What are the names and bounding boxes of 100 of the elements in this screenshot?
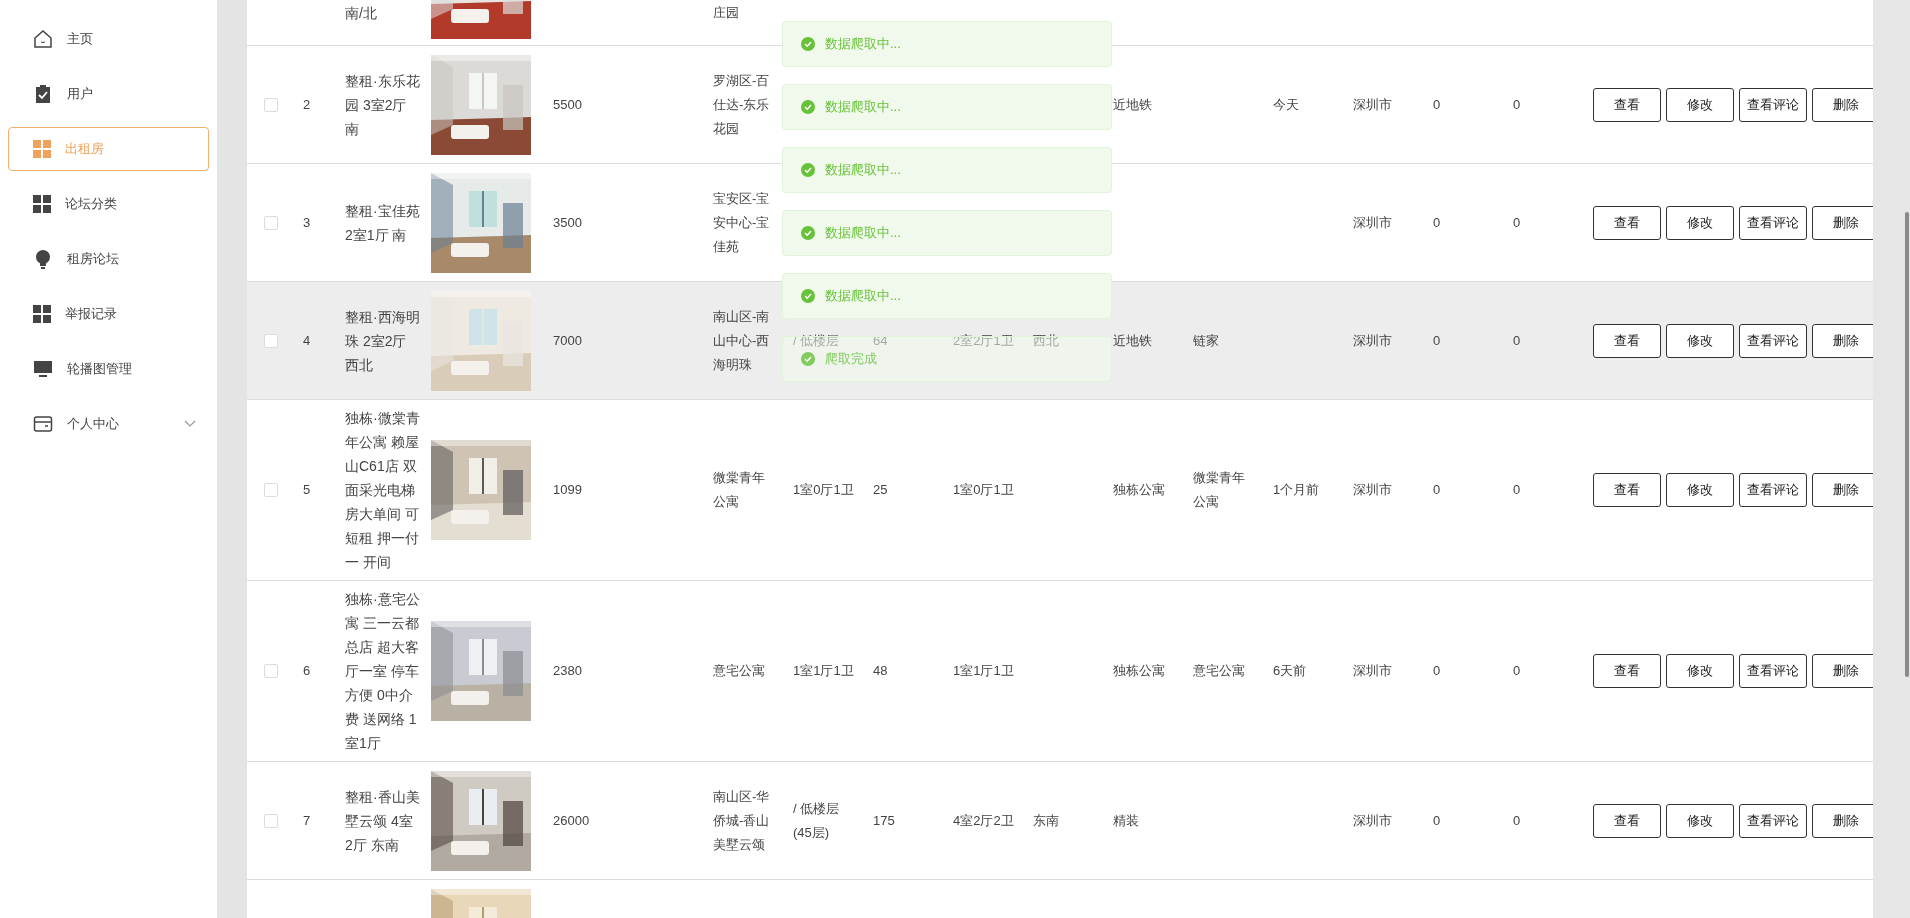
action-button[interactable]: 查看 [1593,87,1661,122]
table-cell-text: 26000 [552,811,591,830]
table-cell-text: 深圳市 [1352,811,1393,830]
table-cell-text: 整租·宝佳苑 2室1厅 南 [345,201,420,245]
clipboard-check-icon [33,84,53,104]
row-checkbox[interactable] [264,813,278,828]
action-button[interactable]: 删除 [1812,323,1873,358]
table-cell-text: 深圳市 [1352,662,1393,680]
row-checkbox[interactable] [264,97,278,112]
table-cell-text: 0 [1432,95,1442,114]
table-cell-text: 5500 [552,95,583,114]
action-button[interactable]: 查看 [1593,205,1661,240]
table-cell-text: 1室0厅1卫 [952,481,1015,499]
toast-message: 数据爬取中... [782,84,1112,130]
toast-message: 数据爬取中... [782,273,1112,319]
table-cell-text: 0 [1432,213,1442,232]
action-button[interactable]: 删除 [1812,803,1873,838]
grid-icon [33,305,51,323]
grid-icon [33,195,51,213]
table-cell-text: 东南 [1032,811,1060,830]
action-button[interactable]: 删除 [1812,473,1873,507]
action-button[interactable]: 查看评论 [1739,803,1807,838]
row-checkbox[interactable] [264,333,278,348]
sidebar-item[interactable]: 个人中心 [8,402,209,446]
action-button[interactable]: 删除 [1812,87,1873,122]
sidebar-item[interactable]: 论坛分类 [8,182,209,226]
table-cell-text: 意宅公寓 [1192,662,1246,680]
action-button[interactable]: 查看 [1593,323,1661,358]
table-cell-text: 0 [1512,213,1522,232]
table-cell-text: 独栋·意宅公寓 三一云都总店 超大客厅一室 停车方便 0中介费 送网络 1室1厅 [345,590,420,753]
scrollbar-thumb[interactable] [1905,212,1909,677]
sidebar-item[interactable]: 举报记录 [8,292,209,336]
table-cell-text: 1个月前 [1272,481,1321,499]
action-button[interactable]: 删除 [1812,654,1873,688]
action-button[interactable]: 查看评论 [1739,323,1807,358]
table-cell-text: 近地铁 [1112,331,1153,350]
table-cell-text: 5 [302,481,312,499]
action-button[interactable]: 查看评论 [1739,205,1807,240]
table-cell-text: 意宅公寓 [712,662,766,680]
check-circle-icon [801,37,815,51]
home-icon [33,29,53,49]
table-cell-text: 7 [302,811,312,830]
table-cell-text: 1室1厅1卫 [792,662,855,680]
action-button[interactable]: 删除 [1812,205,1873,240]
action-button[interactable]: 查看 [1593,803,1661,838]
action-button[interactable]: 修改 [1666,87,1734,122]
sidebar-item[interactable]: 用户 [8,72,209,116]
table-cell-text: 4室2厅2卫 [952,811,1015,830]
table-cell-text: 0 [1512,95,1522,114]
table-cell-text: 25 [872,481,889,499]
table-cell-text: 6天前 [1272,662,1308,680]
scrollbar[interactable] [1873,0,1910,918]
table-cell-text: 2380 [552,662,583,680]
table-cell-text: 精装 [1112,811,1140,830]
action-button[interactable]: 查看评论 [1739,87,1807,122]
table-cell-text: 罗湖区-百仕达-东乐花园 [712,71,771,138]
action-button[interactable]: 查看 [1593,473,1661,507]
action-button[interactable]: 查看评论 [1739,654,1807,688]
action-button[interactable]: 修改 [1666,654,1734,688]
grid-icon [33,140,51,158]
table-cell-text: 1099 [552,481,583,499]
table-cell-text: 近地铁 [1112,95,1153,114]
table-cell-text: 链家 [1192,331,1220,350]
table-cell-text: 深圳市 [1352,213,1393,232]
table-cell-text: 0 [1432,811,1442,830]
toast-message: 数据爬取中... [782,21,1112,67]
monitor-icon [33,359,53,379]
table-cell-text: 0 [1512,811,1522,830]
sidebar-item[interactable]: 主页 [8,17,209,61]
table-cell-text: 南/北 [345,4,378,23]
row-checkbox[interactable] [264,483,278,497]
action-button[interactable]: 查看 [1593,654,1661,688]
row-checkbox[interactable] [264,215,278,230]
check-circle-icon [801,163,815,177]
row-checkbox[interactable] [264,664,278,678]
table-cell-text: 今天 [1272,95,1300,114]
action-button[interactable]: 修改 [1666,473,1734,507]
table-cell-text: 0 [1432,481,1442,499]
action-button[interactable]: 修改 [1666,205,1734,240]
action-button[interactable]: 查看评论 [1739,473,1807,507]
check-circle-icon [801,100,815,114]
table-cell-text: 0 [1432,662,1442,680]
card-icon [33,414,53,434]
table-cell-text: 4 [302,331,312,350]
table-cell-text: 整租·东乐花园 3室2厅南 [345,71,420,139]
toast-message: 数据爬取中... [782,210,1112,256]
sidebar-item[interactable]: 轮播图管理 [8,347,209,391]
table-cell-text: 2 [302,95,312,114]
table-cell-text: 6 [302,662,312,680]
table-cell-text: 深圳市 [1352,331,1393,350]
table-cell-text: 深圳市 [1352,95,1393,114]
table-cell-text: 微棠青年公寓 [712,469,766,511]
action-button[interactable]: 修改 [1666,803,1734,838]
check-circle-icon [801,352,815,366]
sidebar-item[interactable]: 租房论坛 [8,237,209,281]
table-cell-text: 整租·西海明珠 2室2厅西北 [345,307,420,375]
table-cell-text: 独栋公寓 [1112,662,1166,680]
action-button[interactable]: 修改 [1666,323,1734,358]
check-circle-icon [801,289,815,303]
table-cell-text: 0 [1512,481,1522,499]
